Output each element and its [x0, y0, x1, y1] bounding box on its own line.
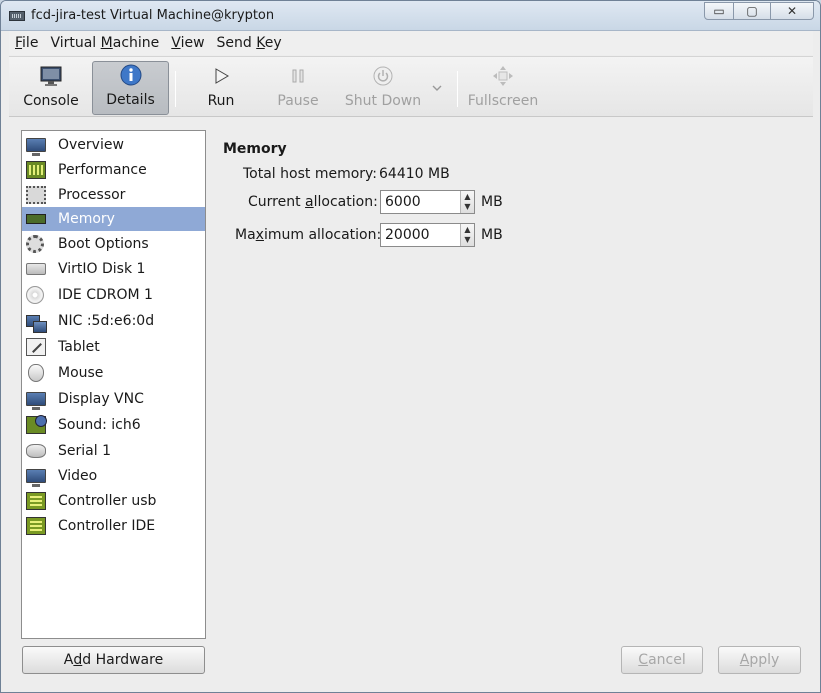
spinner-arrows[interactable]: ▲ ▼ [460, 191, 474, 213]
current-allocation-input[interactable]: 6000 [381, 194, 461, 210]
mouse-icon [28, 364, 44, 382]
display-icon [26, 392, 46, 410]
sidebar-item-boot-options[interactable]: Boot Options [22, 231, 205, 256]
max-allocation-input[interactable]: 20000 [381, 227, 461, 243]
chip-icon [26, 185, 46, 204]
current-allocation-spinner[interactable]: 6000 ▲ ▼ [380, 190, 475, 214]
sidebar-item-serial[interactable]: Serial 1 [22, 438, 205, 463]
apply-button[interactable]: Apply [718, 646, 801, 674]
details-button[interactable]: Details [92, 61, 169, 115]
controller-icon [26, 516, 46, 535]
fullscreen-button[interactable]: Fullscreen [465, 61, 541, 115]
memory-icon [26, 214, 46, 224]
menu-virtual-machine[interactable]: Virtual Machine [44, 31, 165, 55]
sidebar-item-controller-usb[interactable]: Controller usb [22, 488, 205, 513]
performance-icon [26, 160, 46, 179]
sidebar-item-display-vnc[interactable]: Display VNC [22, 386, 205, 412]
toolbar-separator [175, 71, 176, 107]
title-bar: fcd-jira-test Virtual Machine@krypton ▭ … [1, 1, 820, 31]
chevron-up-icon[interactable]: ▲ [464, 225, 470, 235]
chevron-up-icon[interactable]: ▲ [464, 192, 470, 202]
sidebar-item-video[interactable]: Video [22, 463, 205, 488]
spinner-arrows[interactable]: ▲ ▼ [460, 224, 474, 246]
controller-icon [26, 491, 46, 510]
maximize-button[interactable]: ▢ [733, 2, 771, 20]
sidebar-item-mouse[interactable]: Mouse [22, 360, 205, 386]
run-button[interactable]: Run [189, 61, 253, 115]
fullscreen-icon [492, 65, 514, 87]
total-host-memory-value: 64410 MB [379, 166, 450, 182]
sidebar-item-processor[interactable]: Processor [22, 182, 205, 207]
sound-icon [26, 415, 47, 434]
chevron-down-icon[interactable]: ▼ [464, 202, 470, 212]
monitor-icon [26, 137, 46, 156]
sidebar-item-nic[interactable]: NIC :5d:e6:0d [22, 308, 205, 334]
window-controls: ▭ ▢ ✕ [704, 2, 814, 20]
video-icon [26, 468, 46, 487]
chevron-down-icon [431, 81, 443, 91]
console-button[interactable]: Console [17, 61, 85, 115]
shutdown-dropdown[interactable] [427, 61, 447, 115]
serial-icon [26, 443, 46, 458]
window-title: fcd-jira-test Virtual Machine@krypton [31, 8, 275, 23]
shutdown-button[interactable]: Shut Down [343, 61, 423, 115]
info-icon [120, 64, 142, 86]
cancel-button[interactable]: Cancel [621, 646, 703, 674]
menu-send-key[interactable]: Send Key [211, 31, 288, 55]
sidebar-item-virtio-disk[interactable]: VirtIO Disk 1 [22, 256, 205, 282]
vm-app-icon [9, 11, 25, 21]
total-host-memory-label: Total host memory: [243, 166, 378, 182]
cdrom-icon [26, 286, 44, 304]
chevron-down-icon[interactable]: ▼ [464, 235, 470, 245]
sidebar-item-overview[interactable]: Overview [22, 132, 205, 157]
menu-file[interactable]: File [9, 31, 44, 55]
monitor-icon [40, 65, 62, 87]
menu-view[interactable]: View [165, 31, 210, 55]
play-icon [210, 65, 232, 87]
disk-icon [26, 263, 46, 275]
network-icon [26, 315, 47, 333]
sidebar-item-memory[interactable]: Memory [22, 207, 205, 231]
tablet-icon [26, 338, 46, 356]
toolbar-separator [457, 71, 458, 107]
sidebar-item-tablet[interactable]: Tablet [22, 334, 205, 360]
pause-button[interactable]: Pause [265, 61, 331, 115]
max-allocation-spinner[interactable]: 20000 ▲ ▼ [380, 223, 475, 247]
menu-bar: File Virtual Machine View Send Key [9, 31, 813, 55]
close-button[interactable]: ✕ [770, 2, 814, 20]
section-title: Memory [223, 141, 287, 157]
vm-window: fcd-jira-test Virtual Machine@krypton ▭ … [0, 0, 821, 693]
sidebar-item-performance[interactable]: Performance [22, 157, 205, 182]
current-allocation-unit: MB [481, 194, 503, 210]
gear-icon [26, 234, 44, 253]
minimize-button[interactable]: ▭ [704, 2, 734, 20]
sidebar-item-controller-ide[interactable]: Controller IDE [22, 513, 205, 538]
power-icon [372, 65, 394, 87]
pause-icon [287, 65, 309, 87]
sidebar-item-ide-cdrom[interactable]: IDE CDROM 1 [22, 282, 205, 308]
max-allocation-label: Maximum allocation: [235, 227, 382, 243]
hardware-list: Overview Performance Processor Memory Bo… [21, 130, 206, 639]
add-hardware-button[interactable]: Add Hardware [22, 646, 205, 674]
sidebar-item-sound[interactable]: Sound: ich6 [22, 412, 205, 438]
current-allocation-label: Current allocation: [248, 194, 378, 210]
max-allocation-unit: MB [481, 227, 503, 243]
toolbar: Console Details Run Pause Shut Down Full… [9, 56, 813, 117]
